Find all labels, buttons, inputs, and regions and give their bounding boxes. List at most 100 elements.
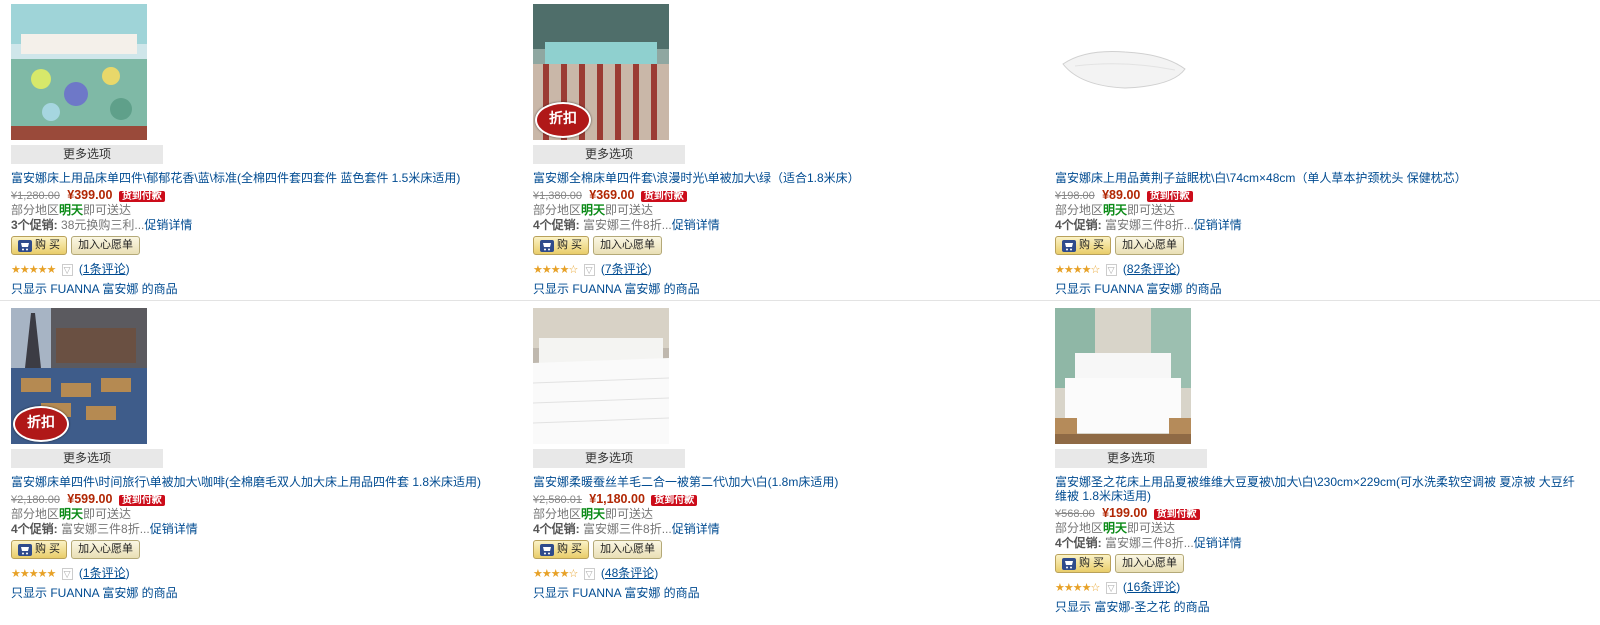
promo-count: 3个促销: bbox=[11, 218, 58, 232]
action-buttons: 购 买 加入心愿单 bbox=[11, 540, 531, 560]
product-image[interactable] bbox=[11, 4, 147, 140]
product-image[interactable]: 折扣 bbox=[533, 4, 669, 140]
delivery-suffix: 即可送达 bbox=[83, 203, 132, 217]
buy-button[interactable]: 购 买 bbox=[1055, 554, 1112, 573]
promotion-info: 4个促销: 富安娜三件8折...促销详情 bbox=[533, 218, 1053, 233]
product-title-link[interactable]: 富安娜床上用品床单四件\郁郁花香\蓝\标准(全棉四件套四套件 蓝色套件 1.5米… bbox=[11, 171, 531, 185]
wishlist-label: 加入心愿单 bbox=[78, 239, 134, 251]
buy-button[interactable]: 购 买 bbox=[533, 540, 590, 559]
sale-price: ¥89.00 bbox=[1102, 188, 1141, 202]
add-to-wishlist-button[interactable]: 加入心愿单 bbox=[1115, 236, 1185, 255]
list-price: ¥1,380.00 bbox=[533, 190, 582, 202]
delivery-info: 部分地区明天即可送达 bbox=[533, 203, 1053, 218]
star-rating[interactable]: ★★★★★ bbox=[11, 568, 56, 580]
review-count-link[interactable]: 82条评论 bbox=[1127, 262, 1176, 276]
promo-count: 4个促销: bbox=[533, 218, 580, 232]
sale-price: ¥199.00 bbox=[1102, 506, 1148, 520]
buy-label: 购 买 bbox=[35, 239, 61, 251]
product-title-link[interactable]: 富安娜床单四件\时间旅行\单被加大\咖啡(全棉磨毛双人加大床上用品四件套 1.8… bbox=[11, 475, 531, 489]
buy-button[interactable]: 购 买 bbox=[1055, 236, 1112, 255]
list-price: ¥2,180.00 bbox=[11, 494, 60, 506]
delivery-tomorrow: 明天 bbox=[581, 203, 606, 217]
buy-label: 购 买 bbox=[1079, 239, 1105, 251]
product-title-link[interactable]: 富安娜柔暖蚕丝羊毛二合一被第二代\加大\白(1.8m床适用) bbox=[533, 475, 1053, 489]
buy-label: 购 买 bbox=[35, 543, 61, 555]
promo-text: 38元换购三利... bbox=[61, 218, 145, 232]
price-row: ¥198.00 ¥89.00 货到付款 bbox=[1055, 188, 1575, 203]
buy-button[interactable]: 购 买 bbox=[11, 540, 68, 559]
list-price: ¥2,580.01 bbox=[533, 494, 582, 506]
review-count-link[interactable]: 1条评论 bbox=[83, 566, 126, 580]
promo-count: 4个促销: bbox=[533, 522, 580, 536]
chevron-down-icon[interactable]: ▽ bbox=[1105, 264, 1117, 276]
product-title-link[interactable]: 富安娜全棉床单四件套\浪漫时光\单被加大\绿（适合1.8米床） bbox=[533, 171, 1053, 185]
discount-badge: 折扣 bbox=[13, 406, 69, 442]
wishlist-label: 加入心愿单 bbox=[78, 543, 134, 555]
product-image[interactable] bbox=[533, 308, 669, 444]
buy-label: 购 买 bbox=[557, 239, 583, 251]
star-rating[interactable]: ★★★★★ bbox=[11, 264, 56, 276]
promo-details-link[interactable]: 促销详情 bbox=[144, 218, 192, 232]
more-options-button[interactable]: 更多选项 bbox=[11, 449, 163, 468]
product-title-link[interactable]: 富安娜床上用品黄荆子益眠枕\白\74cm×48cm（单人草本护颈枕头 保健枕芯） bbox=[1055, 171, 1575, 185]
review-count-link[interactable]: 7条评论 bbox=[605, 262, 648, 276]
promo-details-link[interactable]: 促销详情 bbox=[672, 218, 720, 232]
brand-filter-link[interactable]: 只显示 FUANNA 富安娜 的商品 bbox=[533, 586, 1053, 600]
wishlist-label: 加入心愿单 bbox=[600, 239, 656, 251]
more-options-button[interactable]: 更多选项 bbox=[533, 145, 685, 164]
review-count-link[interactable]: 16条评论 bbox=[1127, 580, 1176, 594]
promotion-info: 4个促销: 富安娜三件8折...促销详情 bbox=[1055, 218, 1575, 233]
review-count-link[interactable]: 1条评论 bbox=[83, 262, 126, 276]
delivery-tomorrow: 明天 bbox=[1103, 521, 1128, 535]
cart-icon bbox=[540, 239, 554, 252]
brand-filter-link[interactable]: 只显示 FUANNA 富安娜 的商品 bbox=[11, 586, 531, 600]
add-to-wishlist-button[interactable]: 加入心愿单 bbox=[593, 236, 663, 255]
star-rating[interactable]: ★★★★☆ bbox=[533, 264, 578, 276]
buy-button[interactable]: 购 买 bbox=[533, 236, 590, 255]
promo-details-link[interactable]: 促销详情 bbox=[150, 522, 198, 536]
promo-text: 富安娜三件8折... bbox=[61, 522, 150, 536]
cod-badge: 货到付款 bbox=[1153, 509, 1200, 520]
product-image[interactable] bbox=[1055, 308, 1191, 444]
sale-price: ¥399.00 bbox=[67, 188, 113, 202]
add-to-wishlist-button[interactable]: 加入心愿单 bbox=[71, 540, 141, 559]
promo-details-link[interactable]: 促销详情 bbox=[1194, 536, 1242, 550]
more-options-button[interactable]: 更多选项 bbox=[533, 449, 685, 468]
product-image[interactable]: 折扣 bbox=[11, 308, 147, 444]
cod-badge: 货到付款 bbox=[118, 495, 165, 506]
product-image[interactable] bbox=[1055, 4, 1191, 140]
rating-row: ★★★★★ ▽ (1条评论) bbox=[11, 566, 531, 581]
list-price: ¥198.00 bbox=[1055, 190, 1095, 202]
brand-filter-link[interactable]: 只显示 FUANNA 富安娜 的商品 bbox=[11, 282, 531, 296]
price-row: ¥568.00 ¥199.00 货到付款 bbox=[1055, 506, 1575, 521]
star-rating[interactable]: ★★★★☆ bbox=[1055, 264, 1100, 276]
product-card-2: 折扣 更多选项 富安娜全棉床单四件套\浪漫时光\单被加大\绿（适合1.8米床） … bbox=[533, 4, 1053, 296]
chevron-down-icon[interactable]: ▽ bbox=[583, 264, 595, 276]
add-to-wishlist-button[interactable]: 加入心愿单 bbox=[71, 236, 141, 255]
add-to-wishlist-button[interactable]: 加入心愿单 bbox=[593, 540, 663, 559]
brand-filter-link[interactable]: 只显示 富安娜-圣之花 的商品 bbox=[1055, 600, 1575, 614]
more-options-button[interactable]: 更多选项 bbox=[11, 145, 163, 164]
rating-row: ★★★★☆ ▽ (48条评论) bbox=[533, 566, 1053, 581]
review-paren-close: ) bbox=[1176, 580, 1181, 594]
wishlist-label: 加入心愿单 bbox=[600, 543, 656, 555]
price-row: ¥1,280.00 ¥399.00 货到付款 bbox=[11, 188, 531, 203]
star-rating[interactable]: ★★★★☆ bbox=[1055, 582, 1100, 594]
chevron-down-icon[interactable]: ▽ bbox=[583, 568, 595, 580]
star-rating[interactable]: ★★★★☆ bbox=[533, 568, 578, 580]
review-count-link[interactable]: 48条评论 bbox=[605, 566, 654, 580]
brand-filter-link[interactable]: 只显示 FUANNA 富安娜 的商品 bbox=[1055, 282, 1575, 296]
add-to-wishlist-button[interactable]: 加入心愿单 bbox=[1115, 554, 1185, 573]
chevron-down-icon[interactable]: ▽ bbox=[61, 264, 73, 276]
chevron-down-icon[interactable]: ▽ bbox=[1105, 582, 1117, 594]
promo-details-link[interactable]: 促销详情 bbox=[1194, 218, 1242, 232]
more-options-button[interactable]: 更多选项 bbox=[1055, 449, 1207, 468]
cod-badge: 货到付款 bbox=[640, 191, 687, 202]
brand-filter-link[interactable]: 只显示 FUANNA 富安娜 的商品 bbox=[533, 282, 1053, 296]
chevron-down-icon[interactable]: ▽ bbox=[61, 568, 73, 580]
buy-button[interactable]: 购 买 bbox=[11, 236, 68, 255]
promotion-info: 4个促销: 富安娜三件8折...促销详情 bbox=[11, 522, 531, 537]
promotion-info: 3个促销: 38元换购三利...促销详情 bbox=[11, 218, 531, 233]
product-title-link[interactable]: 富安娜圣之花床上用品夏被维维大豆夏被\加大\白\230cm×229cm(可水洗柔… bbox=[1055, 475, 1575, 503]
promo-details-link[interactable]: 促销详情 bbox=[672, 522, 720, 536]
